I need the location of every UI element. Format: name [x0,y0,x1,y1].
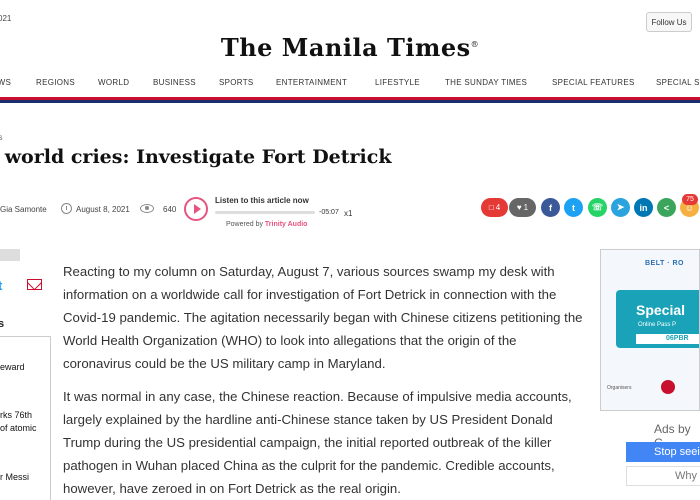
twitter-icon[interactable]: t [0,278,2,293]
ad-title: Special [636,302,686,318]
author-name[interactable]: Gia Samonte [0,205,47,214]
twitter-icon[interactable]: t [564,198,583,217]
sidebar-list-item[interactable]: r Messi [0,471,29,484]
sidebar-item-line: rks 76th [0,410,33,420]
left-share-label [0,249,20,261]
header-stripe-blue [0,100,700,103]
heart-icon: ♥ [516,203,522,212]
audio-progress-track[interactable] [215,211,315,214]
ad-logo [661,380,675,394]
facebook-icon[interactable]: f [541,198,560,217]
nav-item-special-features[interactable]: SPECIAL FEATURES [552,78,635,87]
sidebar-heading: s [0,318,5,330]
sidebar-item-line: of atomic [0,423,37,433]
article-body: Reacting to my column on Saturday, Augus… [63,260,583,500]
main-nav: EWS REGIONS WORLD BUSINESS SPORTS ENTERT… [0,78,700,92]
nav-item-sports[interactable]: SPORTS [219,78,254,87]
ad-subtitle: Online Pass P [638,322,677,328]
ad-code: 06PBR [636,334,699,344]
audio-play-button[interactable] [184,197,208,221]
powered-by-prefix: Powered by [226,221,263,228]
comment-icon: □ [488,203,494,212]
votes-button[interactable]: ♥ 1 [509,198,536,217]
audio-time: -05:07 [319,209,339,216]
audio-speed-button[interactable]: x1 [344,209,352,218]
eye-icon [140,204,154,213]
view-count: 640 [163,205,177,214]
nav-item-regions[interactable]: REGIONS [36,78,75,87]
sidebar-list-item[interactable]: eward [0,361,25,374]
sidebar-item-line: r Messi [0,472,29,482]
nav-item-special-sections[interactable]: SPECIAL SE [656,78,700,87]
votes-count: 1 [523,203,529,212]
ad-organisers: Organisers [607,385,632,391]
sidebar-list-item[interactable]: rks 76th of atomic [0,409,37,435]
article-paragraph: It was normal in any case, the Chinese r… [63,389,572,496]
comments-count: 4 [495,203,501,212]
sidebar-list: eward rks 76th of atomic r Messi [0,336,51,500]
audio-title: Listen to this article now [215,196,309,205]
reactions-count: 75 [682,194,698,205]
why-this-ad-button[interactable]: Why this [626,466,700,486]
comments-button[interactable]: □ 4 [481,198,508,217]
nav-item-world[interactable]: WORLD [98,78,129,87]
telegram-icon[interactable]: ➤ [611,198,630,217]
breadcrumb[interactable]: ns [0,133,2,142]
powered-by-brand: Trinity Audio [264,221,308,228]
sidebar-item-line: eward [0,362,25,372]
masthead-title: The Manila Times [220,33,471,62]
advertisement[interactable]: BELT · RO Special Online Pass P 06PBR Or… [600,249,700,411]
audio-powered-by[interactable]: Powered by Trinity Audio [226,221,307,228]
masthead-logo[interactable]: The Manila Times® [0,33,700,62]
nav-item-business[interactable]: BUSINESS [153,78,196,87]
masthead-registered: ® [470,40,480,49]
ad-banner: Special Online Pass P 06PBR [616,290,699,348]
article-paragraph: Reacting to my column on Saturday, Augus… [63,264,583,371]
publish-date: August 8, 2021 [76,205,130,214]
linkedin-icon[interactable]: in [634,198,653,217]
mail-icon[interactable] [27,279,42,290]
whatsapp-icon[interactable]: ☏ [588,198,607,217]
nav-item-sunday-times[interactable]: THE SUNDAY TIMES [445,78,527,87]
nav-item-news[interactable]: EWS [0,78,11,87]
share-icon[interactable]: < [657,198,676,217]
nav-item-entertainment[interactable]: ENTERTAINMENT [276,78,347,87]
article-headline: e world cries: Investigate Fort Detrick [0,146,392,168]
ad-brand: BELT · RO [645,260,684,267]
top-date: 021 [0,14,12,23]
stop-seeing-ad-button[interactable]: Stop seein [626,442,700,462]
clock-icon [61,203,72,214]
follow-us-button[interactable]: Follow Us [646,12,692,32]
nav-item-lifestyle[interactable]: LIFESTYLE [375,78,420,87]
